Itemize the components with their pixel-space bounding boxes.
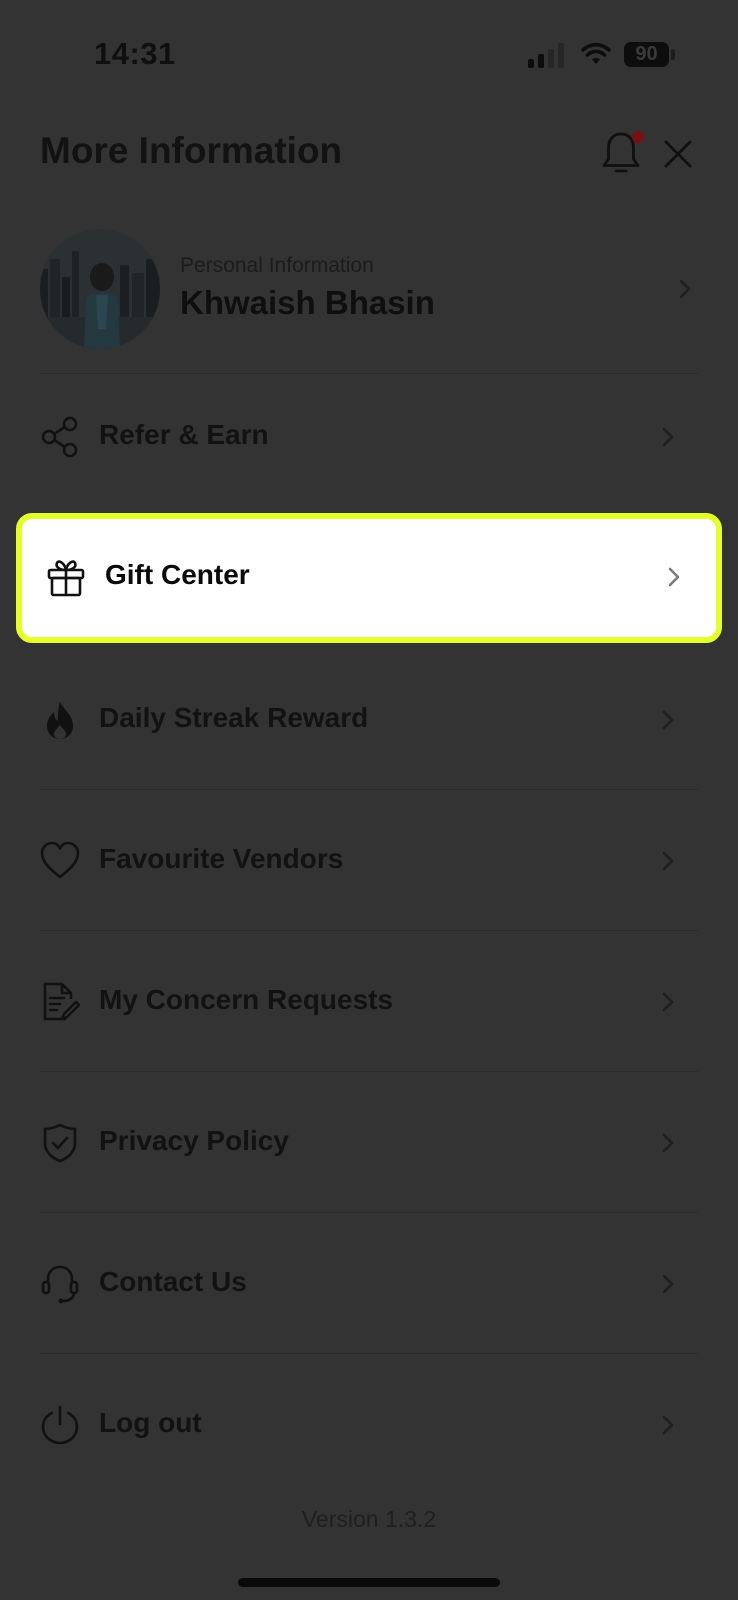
headset-icon (41, 1265, 79, 1304)
chevron-right-icon (668, 567, 680, 587)
menu-item-privacy-policy[interactable]: Privacy Policy (0, 1098, 738, 1188)
menu-item-label: Log out (99, 1407, 202, 1438)
page-title: More Information (40, 130, 343, 171)
flame-icon (47, 701, 73, 739)
close-icon[interactable] (662, 138, 694, 170)
menu-item-label: Contact Us (99, 1266, 247, 1297)
battery-cap (671, 49, 675, 60)
chevron-right-icon (679, 279, 691, 299)
cellular-signal-icon (528, 42, 568, 68)
more-information-screen: 14:31 90 More Information Personal Infor… (0, 0, 738, 1600)
profile-name: Khwaish Bhasin (180, 284, 435, 321)
menu-item-refer-earn[interactable]: Refer & Earn (0, 392, 738, 482)
chevron-right-icon (662, 427, 674, 447)
wifi-icon (581, 42, 611, 64)
battery-icon: 90 (624, 42, 669, 67)
home-indicator[interactable] (238, 1578, 500, 1587)
notification-badge (632, 131, 644, 143)
battery-level: 90 (635, 43, 658, 65)
menu-item-daily-streak-reward[interactable]: Daily Streak Reward (0, 675, 738, 765)
menu-item-favourite-vendors[interactable]: Favourite Vendors (0, 816, 738, 906)
profile-subtitle: Personal Information (180, 254, 374, 277)
menu-item-gift-center[interactable]: Gift Center (16, 513, 722, 643)
power-icon (41, 1405, 79, 1445)
menu-item-contact-us[interactable]: Contact Us (0, 1239, 738, 1329)
chevron-right-icon (662, 1415, 674, 1435)
chevron-right-icon (662, 1133, 674, 1153)
menu-item-label: Favourite Vendors (99, 843, 344, 874)
chevron-right-icon (662, 1274, 674, 1294)
divider (40, 789, 698, 790)
menu-item-label: Gift Center (105, 559, 250, 590)
divider (40, 930, 698, 931)
heart-icon (40, 841, 80, 879)
document-edit-icon (43, 982, 80, 1021)
chevron-right-icon (662, 851, 674, 871)
menu-item-log-out[interactable]: Log out (0, 1380, 738, 1470)
menu-item-my-concern-requests[interactable]: My Concern Requests (0, 957, 738, 1047)
shield-check-icon (43, 1123, 77, 1163)
menu-item-label: My Concern Requests (99, 984, 394, 1015)
chevron-right-icon (662, 992, 674, 1012)
app-version: Version 1.3.2 (301, 1506, 437, 1532)
divider (40, 1212, 698, 1213)
divider (40, 373, 698, 374)
share-icon (41, 416, 78, 458)
chevron-right-icon (662, 710, 674, 730)
divider (40, 1071, 698, 1072)
avatar (40, 229, 160, 349)
divider (40, 1353, 698, 1354)
status-time: 14:31 (94, 36, 176, 71)
gift-icon (47, 560, 85, 597)
menu-item-label: Daily Streak Reward (99, 702, 369, 733)
menu-item-label: Privacy Policy (99, 1125, 289, 1156)
menu-item-label: Refer & Earn (99, 419, 269, 450)
